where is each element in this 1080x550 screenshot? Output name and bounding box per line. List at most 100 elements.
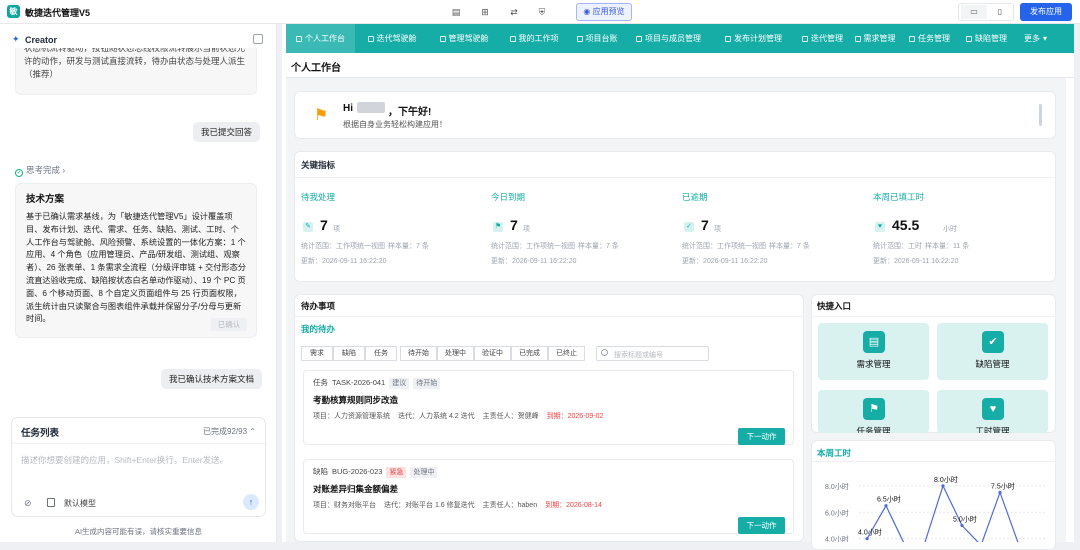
filter-status[interactable]: 处理中 (437, 346, 474, 361)
filter-type[interactable]: 需求 (301, 346, 333, 361)
kpi-value: 45.5 (892, 217, 920, 233)
data-label: 6.5小时 (877, 495, 901, 504)
filter-type[interactable]: 缺陷 (333, 346, 365, 361)
device-toggle[interactable]: ▭ ▯ (958, 3, 1014, 21)
kpi-scope: 统计范围：工作项统一视图 (682, 243, 766, 250)
nav-item[interactable]: 项目与成员管理 (628, 24, 709, 53)
user-message: 我已提交回答 (193, 122, 261, 142)
mobile-icon[interactable]: ▯ (987, 5, 1013, 19)
quick-entry-3[interactable]: ♥ 工时管理 (937, 390, 1048, 433)
filter-status[interactable]: 已终止 (548, 346, 585, 361)
kpi-sample: 样本量：7 条 (578, 243, 619, 250)
top-bar: 敏 敏捷迭代管理V5 ▤ ⊞ ⇄ ⛨ ◉ 应用预览 ▭ ▯ 发布应用 (0, 0, 1080, 24)
app-nav-bar: 个人工作台 迭代驾驶舱 管理驾驶舱 我的工作项 项目台账 项目与成员管理 发布计划管理 迭代管… (286, 24, 1074, 53)
data-point[interactable] (960, 523, 964, 528)
quick-entry-1[interactable]: ✔ 缺陷管理 (937, 323, 1048, 380)
data-label: 8.0小时 (934, 475, 958, 484)
task-progress-text: 已完成92/93 (203, 427, 248, 436)
nav-item-label: 个人工作台 (305, 34, 345, 43)
nav-item-label: 迭代管理 (811, 34, 843, 43)
task-title: 对账差异归集金额偏差 (313, 484, 399, 494)
shield-icon[interactable]: ⛨ (534, 4, 550, 20)
nav-item[interactable]: 迭代驾驶舱 (358, 24, 426, 53)
kpi-updated: 更新：2026-09-11 16:22:20 (491, 258, 577, 265)
nav-item-label: 缺陷管理 (975, 34, 1007, 43)
kpi-unit: 项 (523, 226, 530, 233)
welcome-greeting: ，下午好! (388, 107, 432, 118)
scrollbar[interactable] (1039, 104, 1042, 126)
desktop-icon[interactable]: ▭ (961, 5, 987, 19)
task-card[interactable]: 缺陷 BUG-2026-023 紧急 处理中 对账差异归集金额偏差 项目：财务对账平台 迭代… (303, 459, 794, 534)
nav-item-icon (802, 36, 808, 42)
model-icon[interactable] (47, 498, 55, 507)
nav-item[interactable]: 需求管理 (850, 24, 900, 53)
send-button[interactable]: ↑ (243, 494, 259, 510)
search-input[interactable]: 搜索标题或编号 (596, 346, 709, 361)
check-icon: ✓ (15, 169, 23, 177)
nav-item-icon (509, 36, 516, 42)
nav-item-icon (439, 36, 446, 42)
filter-status[interactable]: 已完成 (511, 346, 548, 361)
kpi-updated: 更新：2026-09-11 16:22:20 (682, 258, 768, 265)
task-due: 到期：2026-09-02 (546, 413, 604, 420)
think-label: 思考完成 (26, 165, 61, 175)
nav-item[interactable]: 缺陷管理 (959, 24, 1014, 53)
chevron-right-icon: › (62, 165, 66, 175)
divider (293, 177, 1055, 178)
task-code: BUG-2026-023 (332, 467, 383, 476)
nav-item[interactable]: 我的工作项 (502, 24, 566, 53)
next-action-button[interactable]: 下一动作 (738, 428, 785, 445)
nav-more[interactable]: 更多 ▾ (1024, 24, 1047, 53)
nav-item[interactable]: 任务管理 (903, 24, 956, 53)
publish-button[interactable]: 发布应用 (1020, 3, 1072, 21)
filter-status[interactable]: 验证中 (474, 346, 511, 361)
nav-item[interactable]: 发布计划管理 (712, 24, 795, 53)
task-type: 缺陷 (313, 467, 328, 476)
user-message: 我已确认技术方案文档 (161, 369, 263, 389)
prompt-input[interactable]: 描述你想要创建的应用，Shift+Enter换行，Enter发送。 (21, 454, 228, 466)
nav-item-label: 管理驾驶舱 (448, 34, 489, 43)
nav-item[interactable]: 个人工作台 (286, 24, 355, 53)
weekly-hours-chart: 8.0小时 6.0小时 4.0小时 4.0小时 6.5小时 8.0小时 5.0小时 7.5小时 (825, 475, 1046, 542)
data-label: 4.0小时 (858, 528, 882, 537)
task-card[interactable]: 任务 TASK-2026-041 建议 待开始 考勤核算规则同步改造 项目：人力资源管理系… (303, 370, 794, 445)
flow-icon[interactable]: ⇄ (506, 4, 522, 20)
preview-button[interactable]: ◉ 应用预览 (576, 3, 632, 21)
welcome-illustration-icon: ⚑ (313, 107, 329, 124)
quick-entry-2[interactable]: ⚑ 任务管理 (818, 390, 929, 433)
kpi-icon: ♥ (875, 222, 885, 232)
think-status[interactable]: ✓ 思考完成 › (15, 164, 65, 177)
data-point[interactable] (884, 504, 888, 508)
quick-entry-0[interactable]: ▤ 需求管理 (818, 323, 929, 380)
collapse-panel-icon[interactable] (253, 34, 263, 44)
filter-status[interactable]: 待开始 (400, 346, 437, 361)
task-list-panel: 任务列表 已完成92/93 ⌃ 描述你想要创建的应用，Shift+Enter换行… (11, 417, 266, 517)
todo-title: 待办事项 (301, 301, 336, 311)
data-point[interactable] (998, 490, 1002, 495)
plan-box: 技术方案 基于已确认需求基线，为「敏捷迭代管理V5」设计覆盖项目、发布计划、迭代… (15, 183, 257, 338)
nav-item[interactable]: 项目台账 (569, 24, 625, 53)
next-action-button[interactable]: 下一动作 (738, 517, 785, 534)
doc-icon[interactable]: ▤ (448, 4, 464, 20)
kpi-scope: 统计范围：工作项统一视图 (491, 243, 575, 250)
paperclip-icon[interactable]: ⊘ (24, 498, 32, 509)
kpi-unit: 项 (333, 226, 340, 233)
nav-item[interactable]: 管理驾驶舱 (430, 24, 498, 53)
code-icon[interactable]: ⊞ (477, 4, 493, 20)
y-tick-label: 4.0小时 (825, 535, 849, 542)
preview-label: 应用预览 (592, 7, 625, 16)
nav-item-icon (725, 36, 731, 42)
nav-item-icon (367, 36, 374, 42)
model-selector[interactable]: 默认模型 (64, 498, 96, 509)
filter-type[interactable]: 任务 (365, 346, 397, 361)
data-point[interactable] (865, 537, 869, 541)
quick-entry-label: 需求管理 (856, 359, 891, 369)
task-type: 任务 (313, 378, 328, 387)
kpi-unit: 项 (714, 226, 721, 233)
data-point[interactable] (941, 484, 945, 488)
task-list-progress[interactable]: 已完成92/93 ⌃ (203, 426, 256, 437)
chevron-up-icon: ⌃ (249, 427, 256, 436)
nav-item[interactable]: 迭代管理 (798, 24, 847, 53)
quick-entry-label: 任务管理 (856, 426, 891, 433)
nav-item-label: 项目与成员管理 (645, 34, 701, 43)
